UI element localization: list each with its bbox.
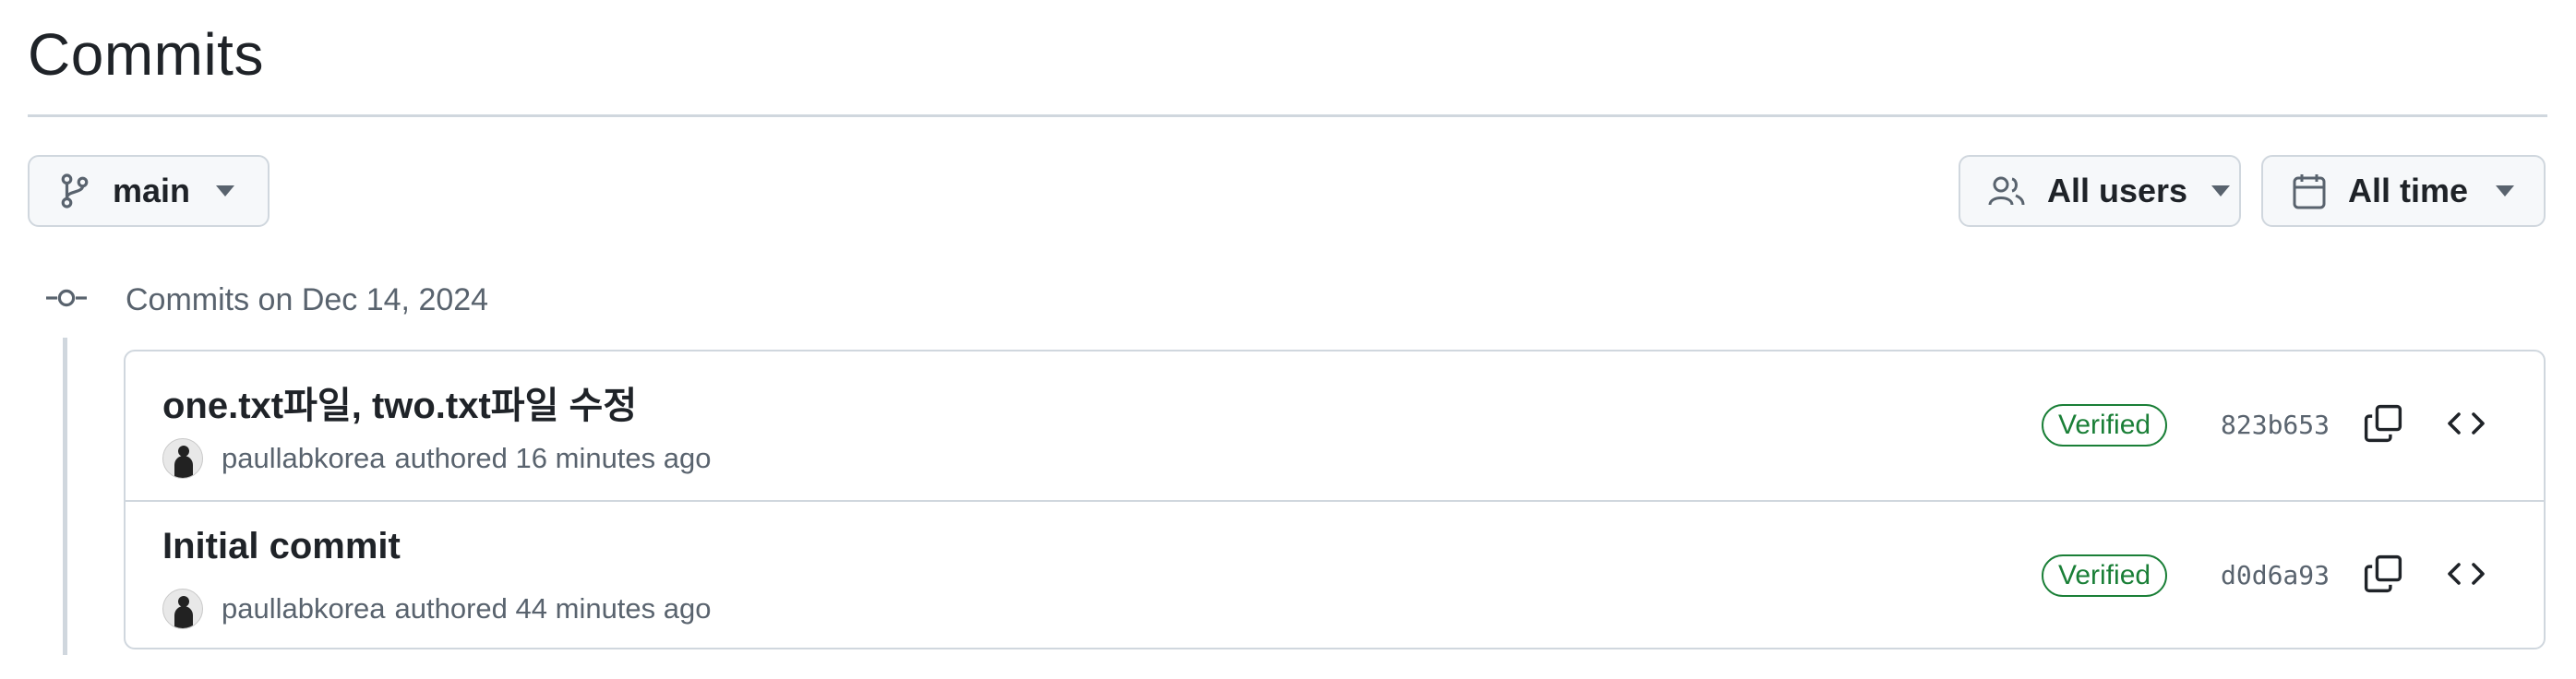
- triangle-down-icon: [2496, 185, 2515, 197]
- users-filter-button[interactable]: All users: [1959, 155, 2241, 227]
- commit-time: authored 44 minutes ago: [394, 592, 712, 625]
- commit-list: one.txt파일, two.txt파일 수정 paullabkorea aut…: [124, 350, 2546, 649]
- branch-label: main: [113, 172, 191, 209]
- branch-select-button[interactable]: main: [28, 155, 270, 227]
- page-title: Commits: [28, 21, 264, 88]
- copy-icon: [2364, 404, 2402, 447]
- author-link[interactable]: paullabkorea: [222, 592, 386, 625]
- commit-sha-link[interactable]: d0d6a93: [2221, 555, 2330, 596]
- people-icon: [1988, 175, 2025, 207]
- commit-meta: paullabkorea authored 16 minutes ago: [162, 438, 712, 479]
- triangle-down-icon: [216, 185, 235, 197]
- code-icon: [2446, 410, 2486, 442]
- commit-group-date: Commits on Dec 14, 2024: [126, 281, 489, 317]
- browse-code-button[interactable]: [2438, 548, 2494, 603]
- time-filter-button[interactable]: All time: [2261, 155, 2546, 227]
- time-filter-label: All time: [2348, 172, 2469, 209]
- verified-badge[interactable]: Verified: [2042, 404, 2168, 447]
- commit-row: Initial commit paullabkorea authored 44 …: [126, 500, 2544, 648]
- commit-message-link[interactable]: Initial commit: [162, 526, 401, 567]
- title-divider: [28, 114, 2547, 117]
- commit-time: authored 16 minutes ago: [394, 442, 712, 474]
- commit-group-header: Commits on Dec 14, 2024: [46, 277, 488, 323]
- timeline-line: [63, 338, 67, 655]
- verified-badge[interactable]: Verified: [2042, 554, 2168, 597]
- commit-message-link[interactable]: one.txt파일, two.txt파일 수정: [162, 375, 637, 429]
- calendar-icon: [2293, 173, 2326, 209]
- avatar[interactable]: [162, 589, 203, 629]
- browse-code-button[interactable]: [2438, 398, 2494, 453]
- copy-sha-button[interactable]: [2355, 398, 2411, 453]
- avatar[interactable]: [162, 438, 203, 479]
- copy-icon: [2364, 554, 2402, 598]
- users-filter-label: All users: [2047, 172, 2188, 209]
- commit-meta: paullabkorea authored 44 minutes ago: [162, 589, 712, 629]
- author-link[interactable]: paullabkorea: [222, 442, 386, 475]
- triangle-down-icon: [2211, 185, 2231, 197]
- commit-row: one.txt파일, two.txt파일 수정 paullabkorea aut…: [126, 351, 2544, 500]
- git-commit-icon: [46, 289, 87, 312]
- git-branch-icon: [59, 173, 90, 209]
- code-icon: [2446, 560, 2486, 592]
- commit-sha-link[interactable]: 823b653: [2221, 405, 2330, 446]
- copy-sha-button[interactable]: [2355, 548, 2411, 603]
